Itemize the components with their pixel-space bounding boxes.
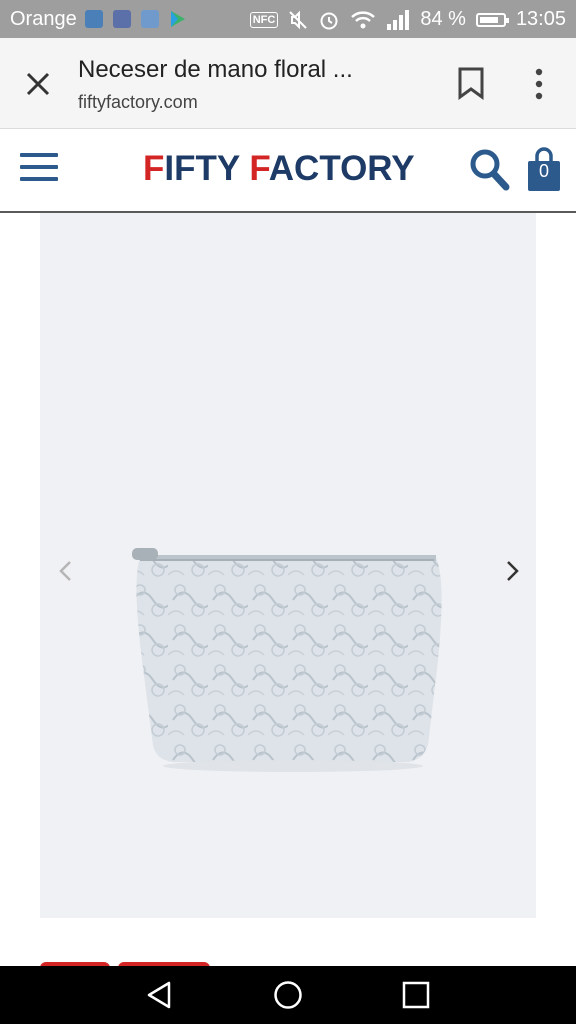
status-indicators: NFC 84 % 13:05 (249, 8, 566, 31)
floral-pouch-image (132, 548, 442, 772)
menu-icon[interactable] (20, 153, 58, 183)
page-title: Neceser de mano floral ... (78, 56, 353, 83)
cart-count: 0 (538, 161, 549, 181)
recents-square-icon[interactable] (401, 980, 431, 1010)
carrier-label: Orange (10, 8, 77, 30)
back-triangle-icon[interactable] (145, 980, 175, 1010)
chevron-right-icon[interactable] (502, 558, 522, 584)
play-store-icon (171, 11, 185, 27)
alarm-icon (320, 12, 338, 29)
battery-percent: 84 % (420, 8, 466, 30)
mute-icon (289, 10, 308, 29)
wifi-icon (351, 10, 376, 28)
browser-tab-bar: Neceser de mano floral ... fiftyfactory.… (0, 38, 576, 129)
site-logo[interactable]: FIFTY FACTORY (143, 149, 415, 189)
gallery-app-icon (141, 10, 159, 28)
menu-line (20, 177, 58, 181)
logo-text: IFTY (164, 149, 250, 188)
more-vert-icon[interactable] (528, 66, 550, 102)
logo-text: ACTORY (268, 149, 415, 188)
menu-line (20, 153, 58, 157)
menu-line (20, 165, 58, 169)
bookmark-icon[interactable] (456, 66, 486, 100)
site-header: FIFTY FACTORY 0 (0, 129, 576, 213)
signal-icon (387, 9, 410, 30)
search-icon[interactable] (468, 147, 510, 191)
page-url: fiftyfactory.com (78, 92, 198, 112)
logo-initial: F (249, 149, 269, 188)
close-icon[interactable] (20, 66, 56, 102)
messages-app-icon (85, 10, 103, 28)
system-nav-bar (0, 966, 576, 1024)
clock: 13:05 (515, 8, 566, 30)
status-bar: Orange NFC 84 % 13:05 (0, 0, 576, 38)
shopping-bag-button[interactable]: 0 (526, 147, 562, 193)
home-circle-icon[interactable] (273, 980, 303, 1010)
nfc-icon: NFC (249, 11, 279, 28)
chevron-left-icon[interactable] (56, 558, 76, 584)
logo-initial: F (143, 149, 165, 188)
battery-fill (479, 16, 498, 23)
battery-icon (475, 12, 509, 27)
health-app-icon (113, 10, 131, 28)
